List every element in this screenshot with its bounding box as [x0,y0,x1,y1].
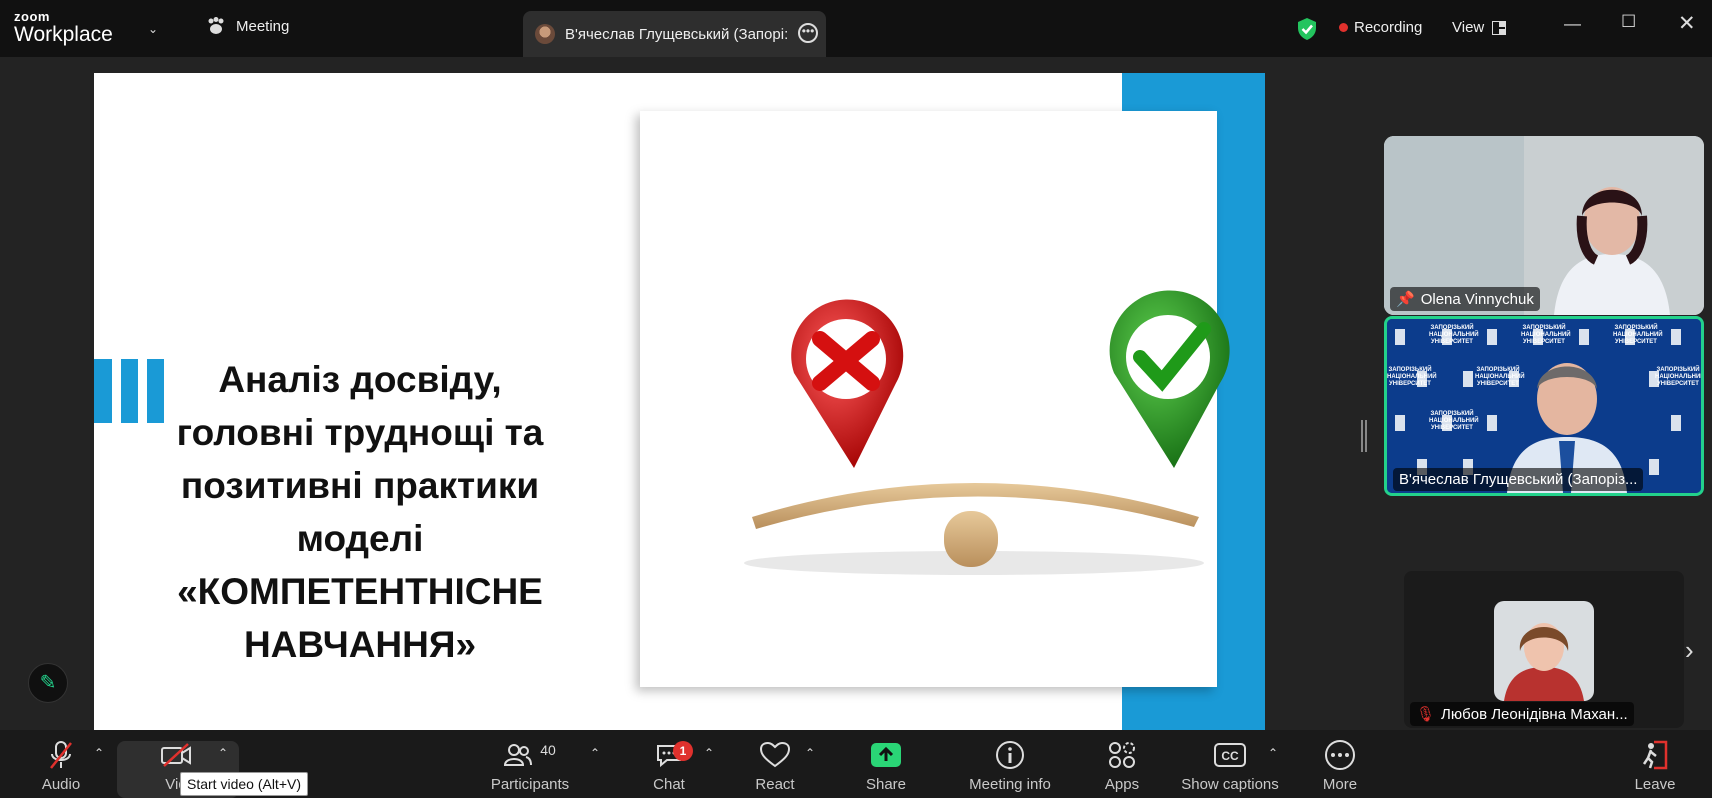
leave-button[interactable]: Leave [1634,730,1676,798]
shared-screen-slide: Аналіз досвіду, головні труднощі та пози… [94,73,1265,730]
more-button[interactable]: More [1320,730,1360,798]
participant-avatar-lyubov [1494,601,1594,701]
meeting-paw-icon [208,17,224,34]
logo-workplace-text: Workplace [14,23,113,46]
wall-text: ЗАПОРІЗЬКИЙ НАЦІОНАЛЬНИЙ УНІВЕРСИТЕТ [1655,367,1704,387]
participants-count: 40 [540,742,556,758]
video-off-icon [161,743,191,767]
more-options-icon[interactable]: ••• [798,23,818,43]
captions-icon: CC [1214,743,1246,767]
minimize-icon[interactable]: — [1564,14,1581,34]
tab-meeting-label: Meeting [236,17,290,35]
more-icon [1325,740,1355,770]
wall-text: ЗАПОРІЗЬКИЙ НАЦІОНАЛЬНИЙ УНІВЕРСИТЕТ [1387,367,1437,387]
participant-video-tile-active[interactable]: ЗАПОРІЗЬКИЙ НАЦІОНАЛЬНИЙ УНІВЕРСИТЕТ ЗАП… [1384,316,1704,496]
grid-view-icon [1492,20,1507,35]
info-icon [996,741,1024,769]
chevron-down-icon[interactable]: ⌄ [148,22,158,36]
balance-scale-illustration [744,290,1230,575]
participant-name: В'ячеслав Глущевський (Запоріз... [1399,471,1638,488]
zoom-window: zoom Workplace ⌄ Meeting В'ячеслав Глуще… [0,0,1712,798]
captions-options-caret-icon[interactable]: ⌃ [1268,746,1278,760]
security-shield-icon[interactable] [1296,17,1318,41]
pin-icon: 📌 [1396,291,1415,308]
video-tooltip: Start video (Alt+V) [180,772,308,796]
react-label: React [755,776,795,793]
recording-label: Recording [1354,19,1423,36]
participants-icon [504,744,533,766]
audio-label: Audio [41,776,81,793]
wall-text: ЗАПОРІЗЬКИЙ НАЦІОНАЛЬНИЙ УНІВЕРСИТЕТ [1613,325,1663,345]
participant-name: Любов Леонідівна Махан... [1441,705,1628,723]
tab-active-speaker[interactable]: В'ячеслав Глущевський (Запорі: ••• [523,11,826,57]
avatar [535,24,555,44]
show-captions-label: Show captions [1181,776,1279,793]
react-button[interactable]: React [752,730,798,798]
chat-options-caret-icon[interactable]: ⌃ [704,746,714,760]
chevron-right-icon[interactable]: › [1685,635,1694,666]
close-icon[interactable]: ✕ [1678,11,1696,36]
leave-icon [1642,740,1668,770]
panel-resize-handle[interactable] [1361,420,1367,452]
wall-text: ЗАПОРІЗЬКИЙ НАЦІОНАЛЬНИЙ УНІВЕРСИТЕТ [1475,367,1525,387]
apps-label: Apps [1104,776,1140,793]
audio-button[interactable]: Audio [38,730,84,798]
participant-video-tile[interactable]: 🎙 Любов Леонідівна Махан... [1404,571,1684,728]
svg-text:CC: CC [1221,749,1239,763]
video-options-caret-icon[interactable]: ⌃ [218,746,228,760]
tab-speaker-label: В'ячеслав Глущевський (Запорі: [565,25,789,43]
meeting-info-label: Meeting info [969,776,1051,793]
chat-label: Chat [653,776,685,793]
wall-text: ЗАПОРІЗЬКИЙ НАЦІОНАЛЬНИЙ УНІВЕРСИТЕТ [1429,411,1479,431]
participant-name-label: 📌 Olena Vinnychuk [1390,287,1540,311]
audio-options-caret-icon[interactable]: ⌃ [94,746,104,760]
chat-unread-badge: 1 [673,741,693,761]
view-label: View [1452,19,1485,36]
participant-name: Olena Vinnychuk [1420,290,1534,308]
title-bar: zoom Workplace ⌄ Meeting В'ячеслав Глуще… [0,0,1712,57]
participants-options-caret-icon[interactable]: ⌃ [590,746,600,760]
view-button[interactable]: View [1452,19,1507,36]
wall-text: ЗАПОРІЗЬКИЙ НАЦІОНАЛЬНИЙ УНІВЕРСИТЕТ [1429,325,1479,345]
participant-name-label: В'ячеслав Глущевський (Запоріз... [1393,468,1644,491]
slide-title: Аналіз досвіду, головні труднощі та пози… [176,359,544,665]
mic-muted-icon [50,741,72,769]
annotate-pencil-icon[interactable]: ✎ [28,663,68,703]
wall-text: ЗАПОРІЗЬКИЙ НАЦІОНАЛЬНИЙ УНІВЕРСИТЕТ [1521,325,1571,345]
meeting-info-button[interactable]: Meeting info [964,730,1056,798]
participants-button[interactable]: 40 Participants [490,730,570,798]
participants-label: Participants [490,776,570,793]
record-dot-icon [1339,23,1348,32]
react-options-caret-icon[interactable]: ⌃ [805,746,815,760]
show-captions-button[interactable]: CC Show captions [1180,730,1280,798]
tab-meeting[interactable]: Meeting [206,17,289,35]
recording-indicator[interactable]: Recording [1339,19,1422,36]
logo-zoom-text: zoom [14,9,50,24]
share-button[interactable]: Share [866,730,906,798]
participant-name-label: 🎙 Любов Леонідівна Махан... [1410,702,1634,726]
participant-video-tile[interactable]: 📌 Olena Vinnychuk [1384,136,1704,315]
leave-label: Leave [1634,776,1676,793]
share-label: Share [865,776,907,793]
apps-button[interactable]: Apps [1102,730,1142,798]
share-screen-icon [871,743,901,767]
more-label: More [1322,776,1358,793]
zoom-workplace-logo[interactable]: zoom Workplace [14,10,113,45]
apps-icon [1109,742,1135,768]
slide-accent-bars [94,359,164,423]
maximize-icon[interactable]: ☐ [1621,12,1636,32]
mic-muted-icon: 🎙 [1416,706,1436,723]
heart-icon [760,742,790,768]
